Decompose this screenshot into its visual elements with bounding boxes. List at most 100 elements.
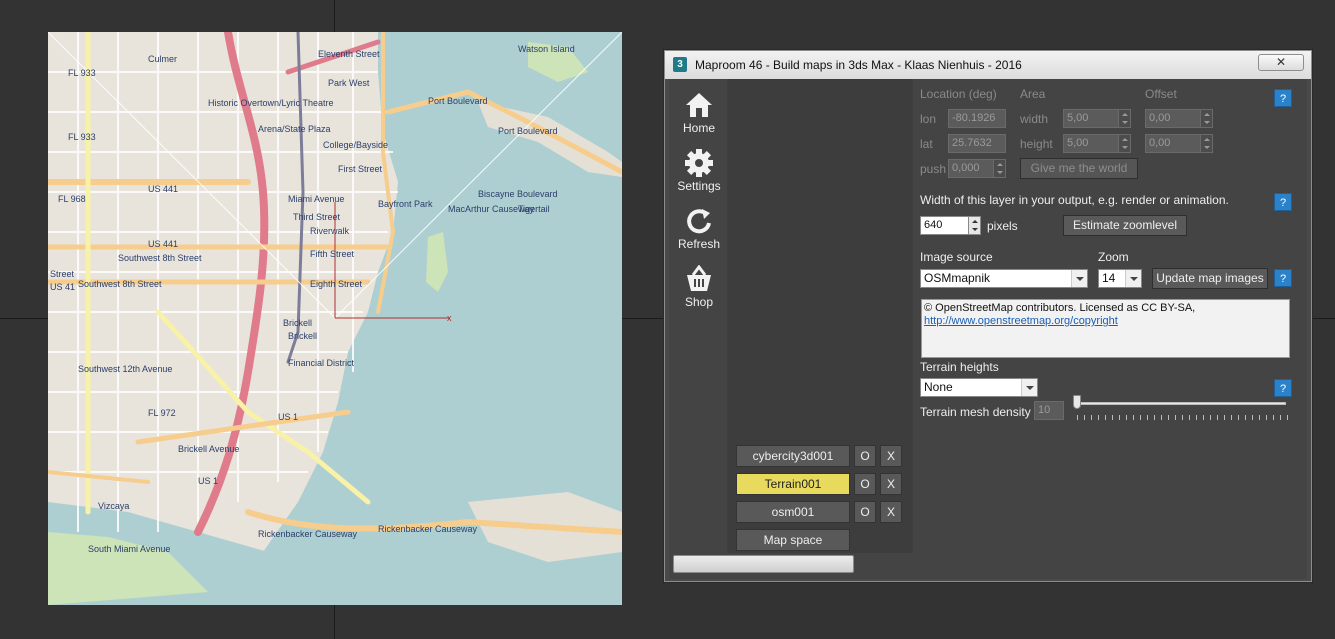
map-street-label: Third Street — [293, 212, 341, 222]
map-street-label: Southwest 8th Street — [118, 253, 202, 263]
map-street-label: Port Boulevard — [428, 96, 488, 106]
width-value: 5,00 — [1067, 112, 1089, 124]
output-description: Width of this layer in your output, e.g.… — [920, 193, 1229, 207]
zoom-label: Zoom — [1098, 250, 1129, 264]
output-help-button[interactable]: ? — [1274, 193, 1292, 211]
map-street-label: Historic Overtown/Lyric Theatre — [208, 98, 334, 108]
layer-delete-button[interactable]: X — [880, 501, 902, 523]
map-street-label: Fifth Street — [310, 249, 355, 259]
offset-y-spinner[interactable]: 0,00 — [1145, 134, 1213, 153]
map-street-label: Port Boulevard — [498, 126, 558, 136]
layer-button-osm001[interactable]: osm001 — [736, 501, 850, 523]
width-spinner[interactable]: 5,00 — [1063, 109, 1131, 128]
output-width-value: 640 — [924, 219, 943, 231]
chevron-down-icon[interactable] — [1021, 379, 1037, 396]
layer-open-button[interactable]: O — [854, 473, 876, 495]
nav-settings-label: Settings — [677, 179, 721, 193]
update-map-images-button[interactable]: Update map images — [1152, 268, 1268, 289]
map-street-label: First Street — [338, 164, 383, 174]
map-image-plane[interactable]: x Culmer Eleventh Street Watson Island FL 9… — [48, 32, 622, 605]
map-street-label: Southwest 8th Street — [78, 279, 162, 289]
width-label: width — [1020, 112, 1049, 126]
map-street-label: South Miami Avenue — [88, 544, 170, 554]
map-street-label: US 441 — [148, 184, 178, 194]
map-street-label: US 41 — [50, 282, 75, 292]
map-street-label: Culmer — [148, 54, 177, 64]
attribution-link[interactable]: http://www.openstreetmap.org/copyright — [924, 315, 1118, 327]
nav-settings[interactable]: Settings — [673, 145, 725, 201]
terrain-density-slider-thumb[interactable] — [1073, 395, 1081, 409]
map-street-label: Rickenbacker Causeway — [258, 529, 358, 539]
svg-text:x: x — [447, 313, 452, 323]
map-street-label: Arena/State Plaza — [258, 124, 331, 134]
side-nav: Home Settings Refresh Shop — [669, 79, 729, 553]
layer-delete-button[interactable]: X — [880, 473, 902, 495]
map-street-label: US 1 — [198, 476, 218, 486]
gear-icon — [685, 149, 713, 177]
chevron-down-icon[interactable] — [1071, 270, 1087, 287]
push-value: 0,000 — [952, 162, 980, 174]
spinner-arrows-icon[interactable] — [993, 159, 1006, 178]
terrain-density-label: Terrain mesh density — [920, 405, 1031, 419]
nav-shop[interactable]: Shop — [673, 261, 725, 317]
map-street-label: Southwest 12th Avenue — [78, 364, 172, 374]
nav-home-label: Home — [682, 121, 715, 135]
give-me-the-world-button[interactable]: Give me the world — [1020, 158, 1138, 179]
layer-delete-button[interactable]: X — [880, 445, 902, 467]
offset-x-value: 0,00 — [1149, 112, 1171, 124]
layer-button-terrain001[interactable]: Terrain001 — [736, 473, 850, 495]
image-source-select[interactable]: OSMmapnik — [920, 269, 1088, 288]
chevron-down-icon[interactable] — [1125, 270, 1141, 287]
spinner-arrows-icon[interactable] — [968, 216, 981, 235]
output-width-spinner[interactable]: 640 — [920, 216, 981, 235]
image-source-value: OSMmapnik — [924, 271, 991, 285]
map-street-label: Tigertail — [518, 204, 550, 214]
maproom-dialog: 3 Maproom 46 - Build maps in 3ds Max - K… — [664, 50, 1312, 582]
map-street-label: Bayfront Park — [378, 199, 433, 209]
spinner-arrows-icon[interactable] — [1200, 134, 1213, 153]
pixels-label: pixels — [987, 219, 1018, 233]
spinner-arrows-icon[interactable] — [1118, 134, 1131, 153]
map-street-label: US 1 — [278, 412, 298, 422]
area-heading: Area — [1020, 87, 1046, 101]
layer-open-button[interactable]: O — [854, 445, 876, 467]
close-button[interactable]: ✕ — [1258, 54, 1304, 71]
spinner-arrows-icon[interactable] — [1200, 109, 1213, 128]
home-icon — [686, 93, 712, 117]
map-street-label: Miami Avenue — [288, 194, 344, 204]
nav-refresh[interactable]: Refresh — [673, 203, 725, 259]
offset-x-spinner[interactable]: 0,00 — [1145, 109, 1213, 128]
nav-home[interactable]: Home — [673, 87, 725, 143]
title-bar[interactable]: 3 Maproom 46 - Build maps in 3ds Max - K… — [665, 51, 1311, 79]
terrain-density-slider-track[interactable] — [1078, 402, 1286, 405]
map-street-label: Financial District — [288, 358, 355, 368]
spinner-arrows-icon[interactable] — [1118, 109, 1131, 128]
zoom-select[interactable]: 14 — [1098, 269, 1142, 288]
map-street-label: Biscayne Boulevard — [478, 189, 558, 199]
layer-button-cybercity3d001[interactable]: cybercity3d001 — [736, 445, 850, 467]
terrain-help-button[interactable]: ? — [1274, 379, 1292, 397]
lon-field[interactable]: -80.1926 — [948, 109, 1006, 128]
map-street-label: Riverwalk — [310, 226, 350, 236]
nav-shop-label: Shop — [684, 295, 714, 309]
layer-open-button[interactable]: O — [854, 501, 876, 523]
attribution-box: © OpenStreetMap contributors. Licensed a… — [921, 299, 1290, 358]
image-help-button[interactable]: ? — [1274, 269, 1292, 287]
map-street-label: Vizcaya — [98, 501, 129, 511]
map-street-label: College/Bayside — [323, 140, 388, 150]
map-street-label: Park West — [328, 78, 370, 88]
terrain-heights-value: None — [924, 380, 953, 394]
layer-list: cybercity3d001 O X Terrain001 O X osm001… — [727, 79, 913, 553]
lat-label: lat — [920, 137, 933, 151]
height-spinner[interactable]: 5,00 — [1063, 134, 1131, 153]
map-street-label: Rickenbacker Causeway — [378, 524, 478, 534]
terrain-heights-select[interactable]: None — [920, 378, 1038, 397]
lat-field[interactable]: 25.7632 — [948, 134, 1006, 153]
image-source-label: Image source — [920, 250, 993, 264]
push-spinner[interactable]: 0,000 — [948, 159, 1006, 178]
location-help-button[interactable]: ? — [1274, 89, 1292, 107]
offset-heading: Offset — [1145, 87, 1177, 101]
map-space-button[interactable]: Map space — [736, 529, 850, 551]
estimate-zoomlevel-button[interactable]: Estimate zoomlevel — [1063, 215, 1187, 236]
terrain-density-field[interactable]: 10 — [1034, 401, 1064, 420]
